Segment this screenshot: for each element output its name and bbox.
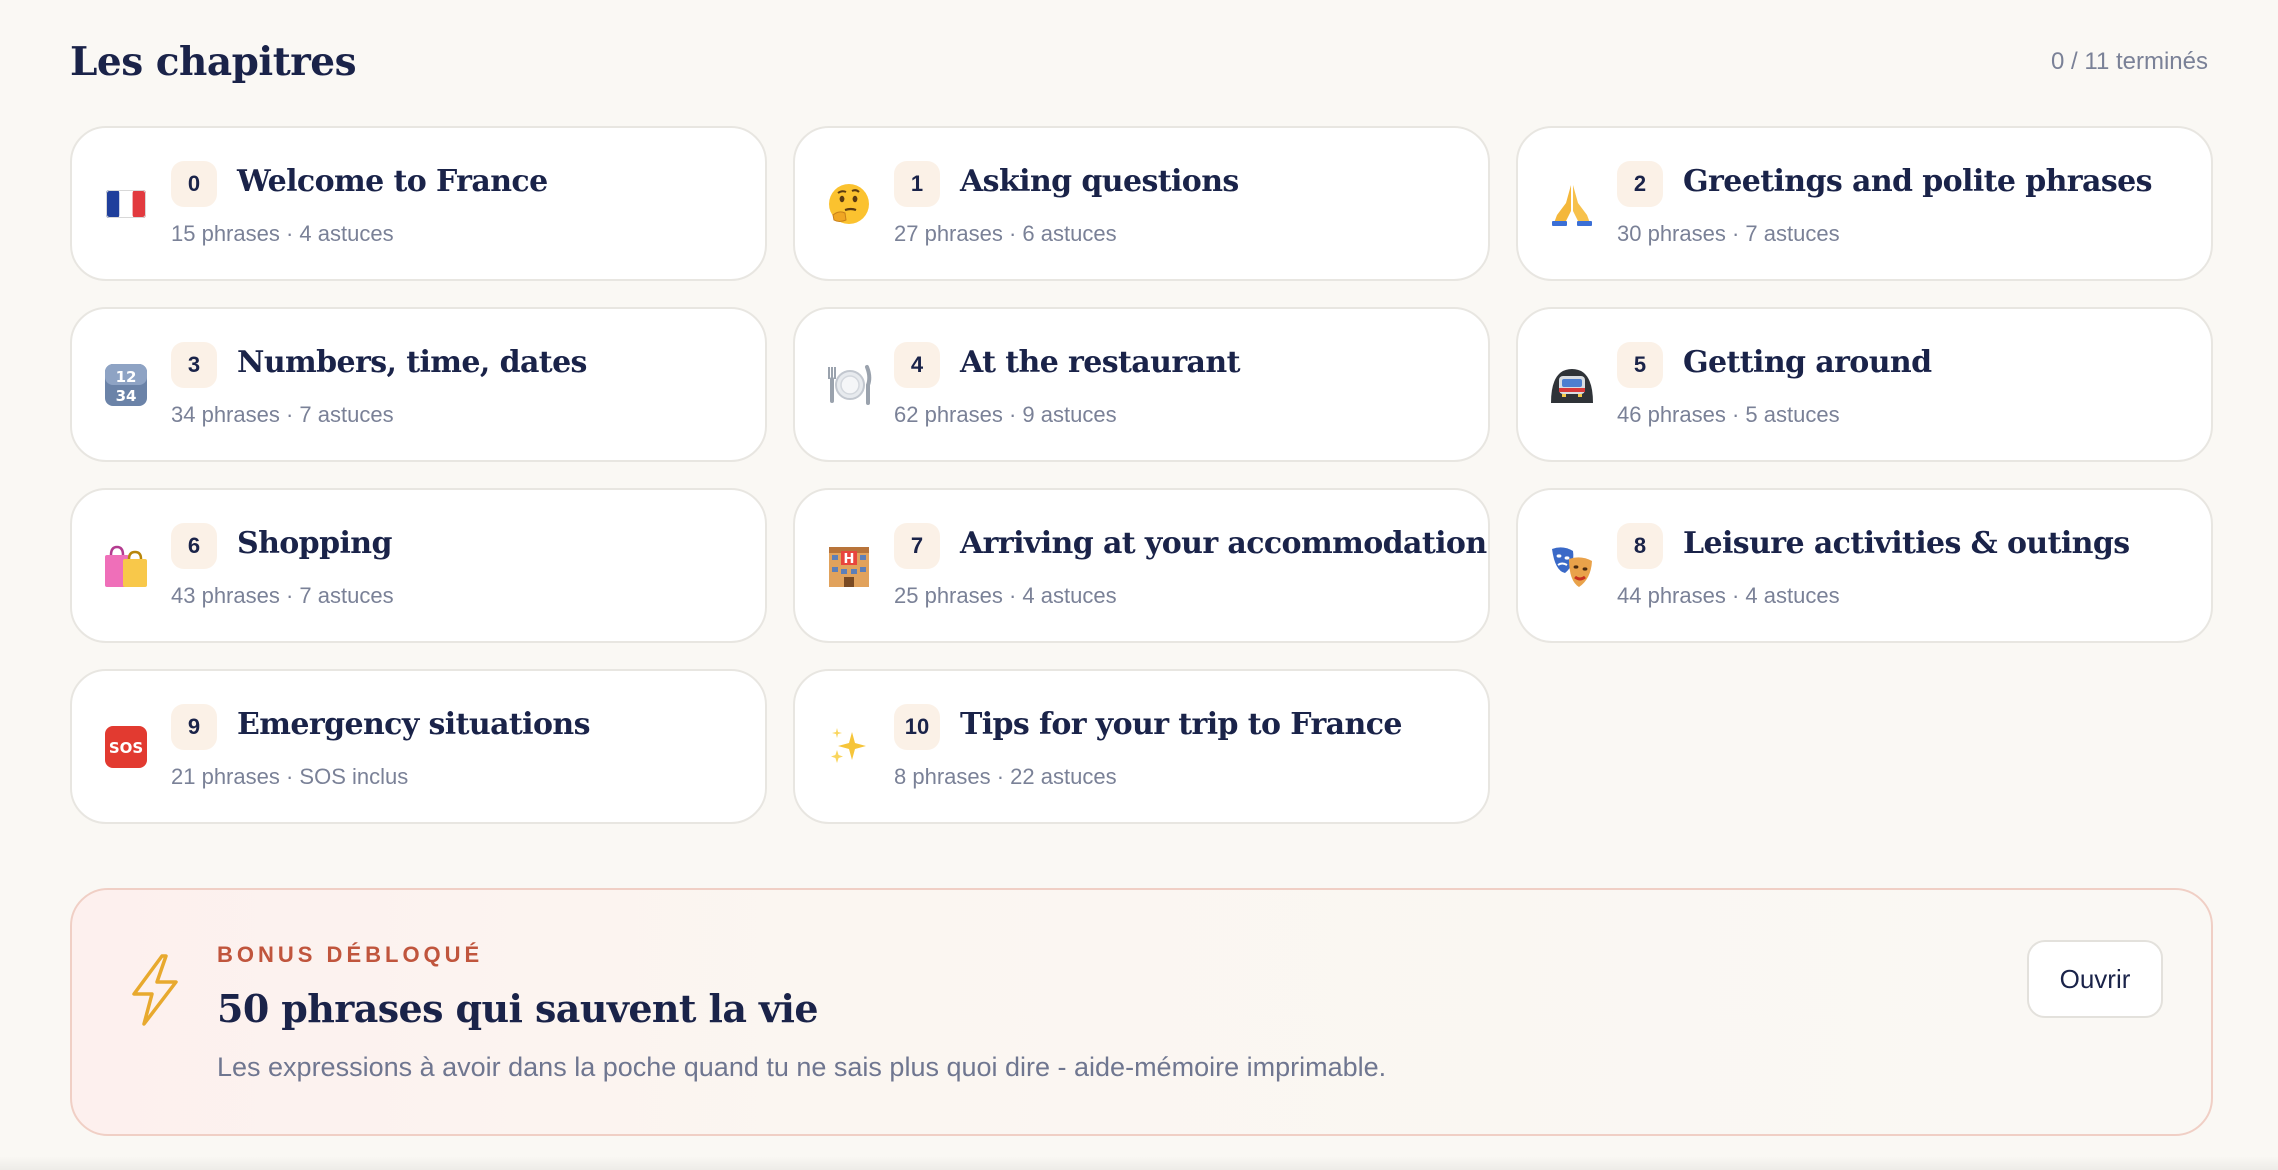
chapter-meta: 15 phrases · 4 astuces [171, 221, 394, 246]
bonus-description: Les expressions à avoir dans la poche qu… [217, 1052, 1387, 1082]
chapter-number-badge: 7 [894, 523, 940, 569]
chapter-number-badge: 10 [894, 704, 940, 750]
sparkles-icon [825, 671, 873, 822]
sos-icon: SOS [102, 671, 150, 822]
bottom-shade [0, 1156, 2278, 1170]
chapter-meta: 62 phrases · 9 astuces [894, 402, 1117, 427]
numbers-icon: 12 34 [102, 309, 150, 460]
france-flag-icon [102, 128, 150, 279]
chapter-number-badge: 9 [171, 704, 217, 750]
chapter-number-badge: 2 [1617, 161, 1663, 207]
chapter-title: Asking questions [960, 164, 1239, 199]
chapter-card-7[interactable]: H 7 Arriving at your accommodation 25 ph… [793, 488, 1490, 643]
chapters-page: Les chapitres 0 / 11 terminés 0 Welcome … [0, 0, 2278, 1170]
hotel-icon: H [825, 490, 873, 641]
thinking-face-icon [825, 128, 873, 279]
chapter-title: Shopping [237, 526, 392, 561]
plate-cutlery-icon [825, 309, 873, 460]
chapter-card-1[interactable]: 1 Asking questions 27 phrases · 6 astuce… [793, 126, 1490, 281]
chapter-title: Arriving at your accommodation [960, 526, 1487, 561]
chapter-meta: 27 phrases · 6 astuces [894, 221, 1117, 246]
chapter-title: Numbers, time, dates [237, 345, 587, 380]
bonus-title: 50 phrases qui sauvent la vie [217, 986, 819, 1031]
svg-text:34: 34 [116, 387, 137, 405]
chapter-meta: 30 phrases · 7 astuces [1617, 221, 1840, 246]
chapter-number-badge: 0 [171, 161, 217, 207]
chapter-title: Emergency situations [237, 707, 590, 742]
bonus-banner: BONUS DÉBLOQUÉ 50 phrases qui sauvent la… [70, 888, 2213, 1136]
chapter-number-badge: 8 [1617, 523, 1663, 569]
chapter-number-badge: 3 [171, 342, 217, 388]
shopping-bags-icon [102, 490, 150, 641]
chapter-card-6[interactable]: 6 Shopping 43 phrases · 7 astuces [70, 488, 767, 643]
svg-text:H: H [844, 552, 855, 567]
folded-hands-icon [1548, 128, 1596, 279]
chapter-card-10[interactable]: 10 Tips for your trip to France 8 phrase… [793, 669, 1490, 824]
open-bonus-button[interactable]: Ouvrir [2027, 940, 2163, 1018]
chapter-title: Leisure activities & outings [1683, 526, 2130, 561]
chapter-number-badge: 5 [1617, 342, 1663, 388]
chapter-title: At the restaurant [960, 345, 1240, 380]
chapter-meta: 21 phrases · SOS inclus [171, 764, 409, 789]
svg-text:12: 12 [116, 368, 137, 386]
chapter-title: Tips for your trip to France [960, 707, 1402, 742]
chapter-card-8[interactable]: 8 Leisure activities & outings 44 phrase… [1516, 488, 2213, 643]
chapter-meta: 34 phrases · 7 astuces [171, 402, 394, 427]
chapter-meta: 43 phrases · 7 astuces [171, 583, 394, 608]
chapter-card-5[interactable]: 5 Getting around 46 phrases · 5 astuces [1516, 307, 2213, 462]
chapters-header: Les chapitres 0 / 11 terminés [70, 0, 2208, 126]
chapter-number-badge: 4 [894, 342, 940, 388]
chapter-meta: 25 phrases · 4 astuces [894, 583, 1117, 608]
chapter-card-2[interactable]: 2 Greetings and polite phrases 30 phrase… [1516, 126, 2213, 281]
chapter-title: Greetings and polite phrases [1683, 164, 2153, 199]
sos-label: SOS [109, 739, 143, 757]
theater-masks-icon [1548, 490, 1596, 641]
progress-counter: 0 / 11 terminés [2051, 48, 2208, 75]
chapter-meta: 8 phrases · 22 astuces [894, 764, 1117, 789]
metro-icon [1548, 309, 1596, 460]
chapters-grid: 0 Welcome to France 15 phrases · 4 astuc… [70, 126, 2213, 824]
chapter-title: Getting around [1683, 345, 1932, 380]
chapter-number-badge: 6 [171, 523, 217, 569]
chapter-card-0[interactable]: 0 Welcome to France 15 phrases · 4 astuc… [70, 126, 767, 281]
bonus-label: BONUS DÉBLOQUÉ [217, 942, 484, 967]
lightning-icon [124, 952, 184, 1028]
page-title: Les chapitres [70, 39, 357, 85]
chapter-meta: 46 phrases · 5 astuces [1617, 402, 1840, 427]
chapter-card-4[interactable]: 4 At the restaurant 62 phrases · 9 astuc… [793, 307, 1490, 462]
chapter-title: Welcome to France [237, 164, 548, 199]
chapter-meta: 44 phrases · 4 astuces [1617, 583, 1840, 608]
chapter-card-3[interactable]: 12 34 3 Numbers, time, dates 34 phrases … [70, 307, 767, 462]
chapter-card-9[interactable]: SOS 9 Emergency situations 21 phrases · … [70, 669, 767, 824]
chapter-number-badge: 1 [894, 161, 940, 207]
